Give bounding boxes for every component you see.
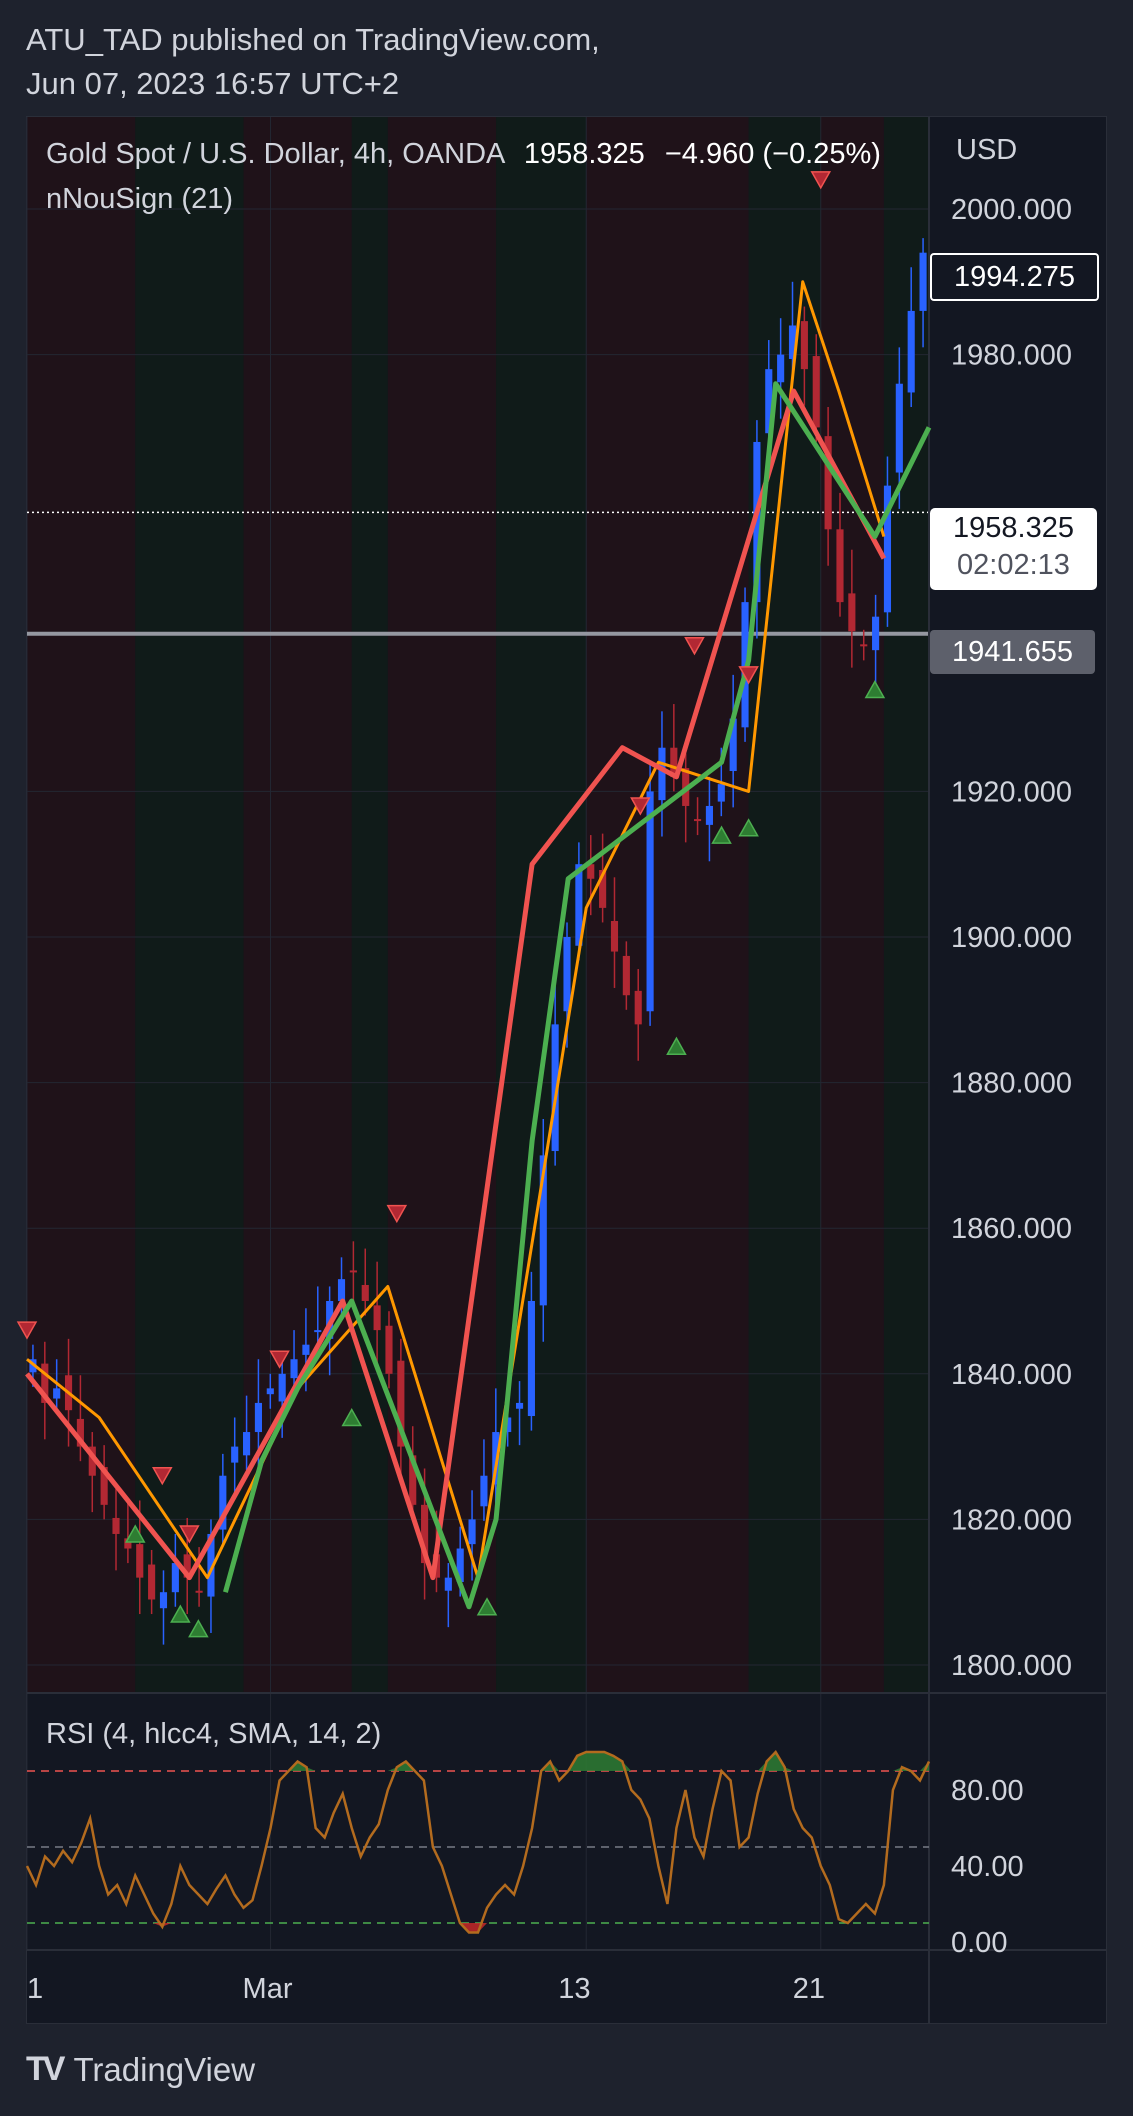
bar-countdown: 02:02:13 (957, 549, 1070, 581)
price-tick-label: 1860.000 (951, 1213, 1072, 1245)
candle-body (872, 616, 880, 651)
rsi-panel (25, 1749, 931, 1934)
price-tick-label: 2000.000 (951, 194, 1072, 226)
candle-body (694, 819, 702, 822)
candle-body (895, 383, 903, 473)
candle-body (800, 321, 808, 370)
brand-text: TradingView (73, 2050, 256, 2088)
price-badge-line: 1941.655 (930, 630, 1095, 674)
background-band (820, 117, 884, 1693)
candle-body (705, 805, 713, 825)
candle-body (373, 1305, 381, 1331)
time-tick-label: 1 (27, 1973, 43, 2005)
background-band (586, 117, 749, 1693)
rsi-tick-label: 80.00 (951, 1775, 1024, 1807)
background-band (496, 117, 587, 1693)
candle-body (527, 1301, 535, 1417)
current-price-value: 1958.325 (953, 512, 1074, 544)
rsi-tick-label: 0.00 (951, 1927, 1007, 1959)
candle-body (361, 1284, 369, 1301)
candle-body (622, 955, 630, 996)
background-band (748, 117, 821, 1693)
candle-body (717, 784, 725, 802)
candle-body (658, 747, 666, 801)
background-band (883, 117, 929, 1693)
rsi-legend: RSI (4, hlcc4, SMA, 14, 2) (46, 1718, 382, 1750)
candle-body (112, 1517, 120, 1534)
price-tick-label: 1900.000 (951, 922, 1072, 954)
candle-body (610, 920, 619, 952)
candle-body (468, 1519, 476, 1545)
candle-body (337, 1279, 346, 1301)
candle-body (907, 310, 915, 393)
candle-body (860, 644, 868, 647)
time-tick-label: Mar (243, 1973, 293, 2005)
candle-body (278, 1373, 286, 1402)
candle-body (836, 529, 844, 603)
background-band (135, 117, 244, 1693)
price-badge-current: 1958.325 02:02:13 (930, 508, 1097, 590)
candle-body (266, 1388, 274, 1395)
candle-body (777, 354, 785, 383)
background-band (351, 117, 388, 1693)
price-tick-label: 1980.000 (951, 340, 1072, 372)
currency-label: USD (956, 134, 1018, 166)
candle-body (53, 1388, 61, 1399)
candle-body (563, 937, 571, 1012)
price-badge-high: 1994.275 (930, 253, 1099, 301)
candle-body (243, 1432, 251, 1456)
price-tick-label: 1920.000 (951, 776, 1072, 808)
price-tick-label: 1880.000 (951, 1068, 1072, 1100)
price-tick-label: 1840.000 (951, 1359, 1072, 1391)
chart-canvas[interactable]: 2000.000 1980.000 1920.000 1900.000 1880.000… (0, 0, 1133, 2116)
footer-brand[interactable]: TV TradingView (26, 2050, 255, 2089)
symbol-name: Gold Spot / U.S. Dollar, 4h, OANDA (46, 138, 504, 170)
symbol-legend: Gold Spot / U.S. Dollar, 4h, OANDA 1958.… (46, 138, 881, 171)
candle-body (148, 1564, 156, 1600)
rsi-tick-label: 40.00 (951, 1851, 1024, 1883)
candle-body (314, 1330, 322, 1333)
candle-body (385, 1325, 393, 1374)
candle-body (302, 1344, 310, 1355)
candle-body (812, 356, 820, 428)
candle-body (848, 593, 856, 632)
candle-body (646, 791, 654, 1012)
indicator-name: nNouSign (21) (46, 183, 233, 215)
last-price: 1958.325 (523, 138, 645, 170)
time-tick-label: 13 (558, 1973, 590, 2005)
time-tick-label: 21 (793, 1973, 825, 2005)
rsi-line (25, 1749, 931, 1934)
rsi-overbought-fill (27, 1752, 929, 1771)
background-band (243, 117, 352, 1693)
candle-body (159, 1592, 168, 1609)
price-tick-label: 1800.000 (951, 1650, 1072, 1682)
price-tick-label: 1820.000 (951, 1504, 1072, 1536)
candle-body (444, 1577, 452, 1591)
candle-body (634, 990, 642, 1025)
candle-body (290, 1359, 298, 1379)
tradingview-logo-icon: TV (26, 2050, 66, 2088)
candle-body (171, 1563, 179, 1593)
candle-body (480, 1475, 488, 1507)
candle-body (136, 1544, 144, 1578)
candle-body (349, 1270, 357, 1273)
candle-body (515, 1402, 524, 1409)
candle-body (254, 1402, 262, 1433)
price-change: −4.960 (−0.25%) (664, 138, 881, 170)
candle-body (231, 1446, 239, 1463)
candle-body (919, 252, 927, 311)
candle-body (195, 1590, 203, 1593)
